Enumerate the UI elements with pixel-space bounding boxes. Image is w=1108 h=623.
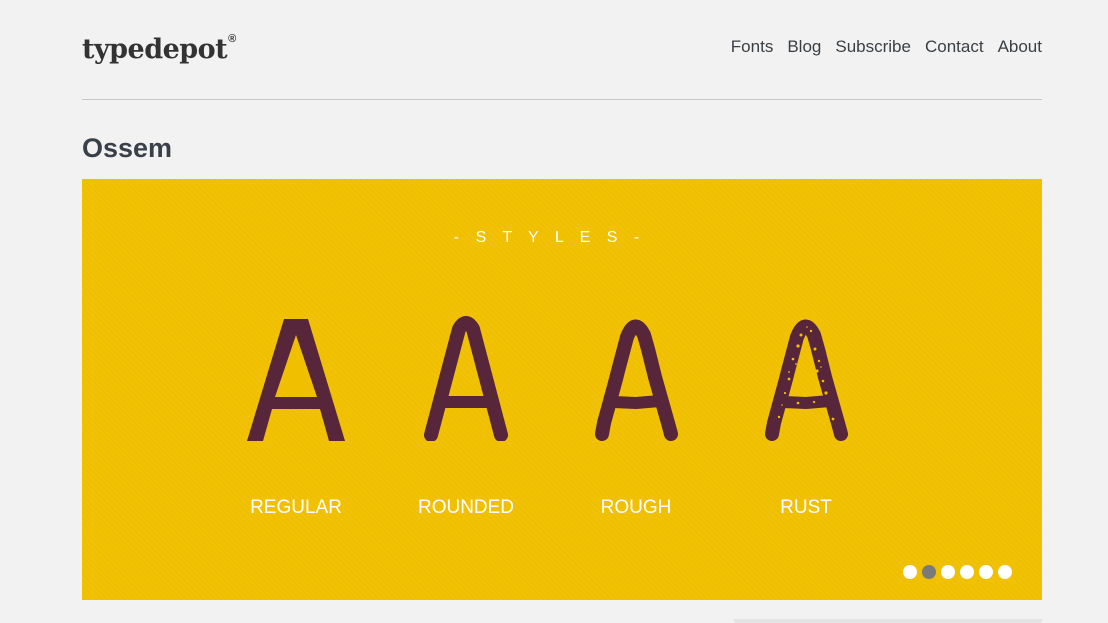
style-label-regular: REGULAR (250, 497, 342, 518)
slider-pager (903, 565, 1012, 579)
content-below-strip (734, 619, 1042, 623)
site-header: typedepot® Fonts Blog Subscribe Contact … (82, 0, 1042, 100)
style-label-rough: ROUGH (600, 497, 672, 518)
style-regular: REGULAR (211, 301, 381, 518)
letter-a-rounded-glyph (424, 316, 508, 441)
logo-text: typedepot (82, 34, 228, 65)
styles-slider[interactable]: - S T Y L E S - REGULAR ROUNDED ROUGH RU… (82, 179, 1042, 600)
style-rust: RUST (721, 301, 891, 518)
pager-dot-5[interactable] (979, 565, 993, 579)
main-nav: Fonts Blog Subscribe Contact About (731, 36, 1042, 58)
page-title: Ossem (82, 133, 173, 163)
letter-a-regular-glyph (247, 319, 345, 441)
pager-dot-4[interactable] (960, 565, 974, 579)
style-label-rust: RUST (780, 497, 832, 518)
styles-heading: - S T Y L E S - (453, 229, 646, 246)
pager-dot-3[interactable] (941, 565, 955, 579)
registered-mark: ® (228, 33, 236, 45)
letter-a-rust-glyph (765, 319, 848, 441)
nav-link-blog[interactable]: Blog (787, 36, 821, 58)
letter-a-rough-glyph (595, 319, 678, 441)
nav-link-contact[interactable]: Contact (925, 36, 984, 58)
style-label-rounded: ROUNDED (417, 497, 515, 518)
style-rough: ROUGH (551, 301, 721, 518)
pager-dot-2[interactable] (922, 565, 936, 579)
nav-link-about[interactable]: About (998, 36, 1042, 58)
pager-dot-6[interactable] (998, 565, 1012, 579)
site-logo[interactable]: typedepot® (82, 28, 236, 67)
nav-link-fonts[interactable]: Fonts (731, 36, 774, 58)
nav-link-subscribe[interactable]: Subscribe (835, 36, 911, 58)
style-rounded: ROUNDED (381, 301, 551, 518)
pager-dot-1[interactable] (903, 565, 917, 579)
